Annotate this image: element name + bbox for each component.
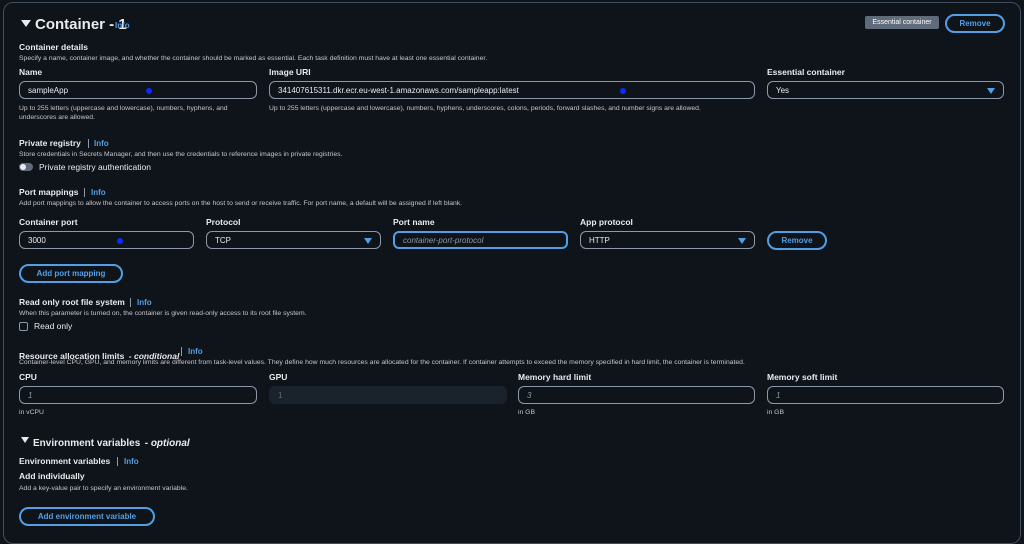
env-heading: Environment variables xyxy=(19,456,111,466)
name-hint-line-2: underscores are allowed. xyxy=(19,114,95,121)
memory-soft-unit-hint: in GB xyxy=(767,409,784,416)
collapse-caret-icon[interactable] xyxy=(21,20,31,27)
memory-soft-limit-value: 1 xyxy=(776,390,781,400)
memory-hard-limit-input[interactable]: 3 xyxy=(518,386,755,404)
env-collapse-caret-icon[interactable] xyxy=(21,437,29,443)
private-registry-description: Store credentials in Secrets Manager, an… xyxy=(19,151,343,158)
add-port-mapping-button[interactable]: Add port mapping xyxy=(19,264,123,283)
protocol-select-value: TCP xyxy=(215,235,231,245)
container-port-input[interactable]: 3000 xyxy=(19,231,194,249)
cpu-input[interactable]: 1 xyxy=(19,386,257,404)
env-section-title-text: Environment variables xyxy=(33,438,141,449)
image-uri-value: 341407615311.dkr.ecr.eu-west-1.amazonaws… xyxy=(278,85,519,95)
env-description: Add a key-value pair to specify an envir… xyxy=(19,485,188,492)
image-uri-input[interactable]: 341407615311.dkr.ecr.eu-west-1.amazonaws… xyxy=(269,81,755,99)
read-only-heading: Read only root file system xyxy=(19,297,125,307)
divider xyxy=(117,457,118,466)
image-uri-hint: Up to 255 letters (uppercase and lowerca… xyxy=(269,105,701,112)
remove-container-button[interactable]: Remove xyxy=(945,14,1005,33)
memory-hard-limit-label: Memory hard limit xyxy=(518,372,592,382)
container-details-description: Specify a name, container image, and whe… xyxy=(19,55,488,62)
port-name-label: Port name xyxy=(393,217,435,227)
env-info-link[interactable]: Info xyxy=(124,457,139,466)
cpu-label: CPU xyxy=(19,372,37,382)
cpu-unit-hint: in vCPU xyxy=(19,409,44,416)
essential-select-value: Yes xyxy=(776,85,790,95)
divider xyxy=(88,139,89,148)
app-protocol-label: App protocol xyxy=(580,217,633,227)
cursor-marker-icon xyxy=(146,88,152,94)
port-mappings-description: Add port mappings to allow the container… xyxy=(19,200,463,207)
container-title: Container - 1 xyxy=(35,16,127,33)
env-section-title[interactable]: Environment variables - optional xyxy=(33,433,190,451)
resource-limits-info-link[interactable]: Info xyxy=(188,347,203,356)
dropdown-caret-icon xyxy=(987,88,995,94)
essential-select[interactable]: Yes xyxy=(767,81,1004,99)
private-registry-toggle[interactable] xyxy=(19,163,33,171)
name-label: Name xyxy=(19,67,43,77)
divider xyxy=(181,347,182,356)
name-input[interactable]: sampleApp xyxy=(19,81,257,99)
gpu-input: 1 xyxy=(269,386,507,404)
gpu-input-value: 1 xyxy=(278,390,283,400)
read-only-checkbox[interactable] xyxy=(19,322,28,331)
memory-soft-limit-label: Memory soft limit xyxy=(767,372,838,382)
container-port-label: Container port xyxy=(19,217,78,227)
divider xyxy=(130,298,131,307)
cpu-input-value: 1 xyxy=(28,390,33,400)
container-details-heading: Container details xyxy=(19,42,88,52)
memory-soft-limit-input[interactable]: 1 xyxy=(767,386,1004,404)
private-registry-toggle-label: Private registry authentication xyxy=(39,162,151,172)
env-section-suffix: - optional xyxy=(144,438,190,449)
app-protocol-select[interactable]: HTTP xyxy=(580,231,755,249)
read-only-info-link[interactable]: Info xyxy=(137,298,152,307)
divider xyxy=(84,188,85,197)
memory-hard-limit-value: 3 xyxy=(527,390,532,400)
container-port-value: 3000 xyxy=(28,235,46,245)
dropdown-caret-icon xyxy=(738,238,746,244)
add-individually-label: Add individually xyxy=(19,471,85,481)
image-uri-label: Image URI xyxy=(269,67,311,77)
protocol-select[interactable]: TCP xyxy=(206,231,381,249)
dropdown-caret-icon xyxy=(364,238,372,244)
port-mappings-heading: Port mappings xyxy=(19,187,79,197)
gpu-label: GPU xyxy=(269,372,288,382)
app-protocol-select-value: HTTP xyxy=(589,235,610,245)
resource-limits-description: Container-level CPU, GPU, and memory lim… xyxy=(19,359,745,366)
remove-port-mapping-button[interactable]: Remove xyxy=(767,231,827,250)
read-only-description: When this parameter is turned on, the co… xyxy=(19,310,307,317)
essential-container-badge: Essential container xyxy=(865,16,939,29)
port-name-placeholder: container-port-protocol xyxy=(403,235,484,245)
name-input-value: sampleApp xyxy=(28,85,69,95)
private-registry-heading: Private registry xyxy=(19,138,81,148)
toggle-knob xyxy=(20,164,26,170)
read-only-checkbox-label: Read only xyxy=(34,321,73,331)
cursor-marker-icon xyxy=(117,238,123,244)
private-registry-info-link[interactable]: Info xyxy=(94,139,109,148)
cursor-marker-icon xyxy=(620,88,626,94)
essential-label: Essential container xyxy=(767,67,845,77)
port-mappings-info-link[interactable]: Info xyxy=(91,188,106,197)
protocol-label: Protocol xyxy=(206,217,241,227)
container-info-link[interactable]: Info xyxy=(115,21,130,30)
port-name-input[interactable]: container-port-protocol xyxy=(393,231,568,249)
memory-hard-unit-hint: in GB xyxy=(518,409,535,416)
